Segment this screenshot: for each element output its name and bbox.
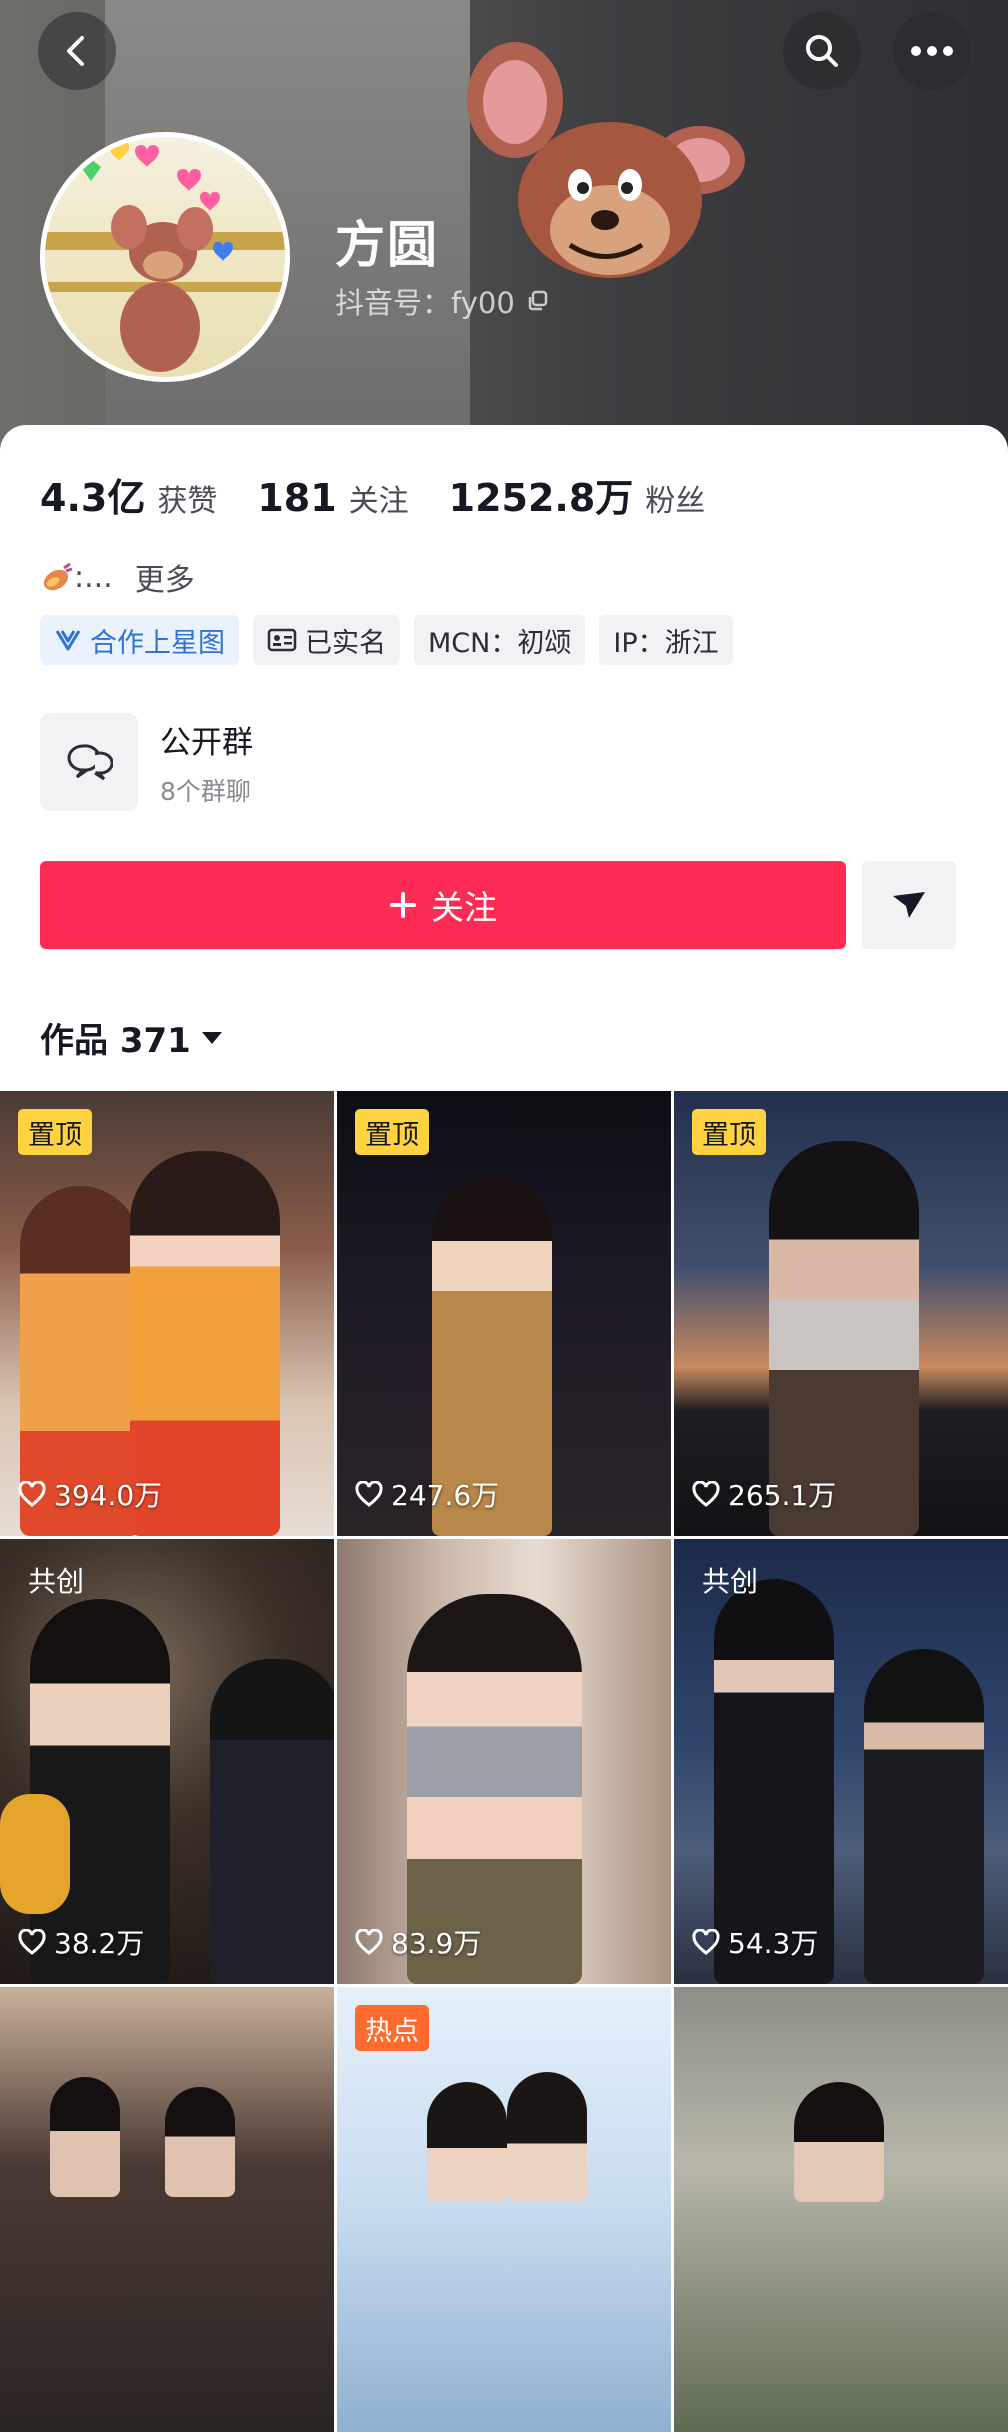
tag-verified-label: 已实名 — [305, 627, 386, 659]
group-subtitle: 8个群聊 — [160, 776, 251, 806]
like-count-text: 54.3万 — [728, 1927, 819, 1960]
trending-badge: 热点 — [355, 2005, 429, 2051]
chevron-left-icon — [67, 36, 84, 66]
sweet-potato-emoji-icon — [43, 562, 73, 591]
thumbnail-figure — [165, 2087, 235, 2197]
video-tile[interactable]: 置顶 394.0万 — [0, 1091, 334, 1536]
profile-name: 方圆 — [335, 216, 439, 274]
like-count-text: 38.2万 — [54, 1927, 145, 1960]
back-button[interactable] — [38, 12, 116, 90]
tab-works[interactable]: 作品 371 — [40, 1013, 223, 1062]
group-chat-icon — [67, 744, 113, 781]
pinned-badge: 置顶 — [355, 1109, 429, 1155]
tag-star-map[interactable]: 合作上星图 — [40, 615, 239, 665]
video-tile[interactable]: 置顶 247.6万 — [337, 1091, 671, 1536]
avatar-illustration — [45, 141, 285, 372]
send-arrow-icon — [893, 892, 925, 918]
video-tile[interactable]: 热点 — [337, 1987, 671, 2432]
stat-followers-label: 粉丝 — [645, 484, 706, 519]
stat-likes-label: 获赞 — [157, 484, 218, 519]
profile-stats: 4.3亿 获赞 181 关注 1252.8万 粉丝 — [40, 467, 745, 522]
stat-likes[interactable]: 4.3亿 获赞 — [40, 467, 217, 522]
like-count: 247.6万 — [355, 1474, 499, 1514]
stat-following-value: 181 — [257, 476, 337, 520]
like-count: 54.3万 — [692, 1922, 818, 1962]
like-count-text: 247.6万 — [391, 1479, 500, 1512]
profile-header: 方圆 抖音号：fy00 — [0, 0, 1008, 450]
heart-icon — [355, 1481, 383, 1507]
like-count-text: 394.0万 — [54, 1479, 163, 1512]
id-card-icon — [267, 628, 297, 652]
copy-icon[interactable] — [527, 290, 549, 312]
like-count: 83.9万 — [355, 1922, 481, 1962]
video-tile[interactable]: 共创 38.2万 — [0, 1539, 334, 1984]
thumbnail-figure — [864, 1649, 984, 1984]
video-tile[interactable] — [0, 1987, 334, 2432]
heart-icon — [18, 1481, 46, 1507]
tag-star-map-label: 合作上星图 — [90, 627, 225, 659]
stat-following[interactable]: 181 关注 — [257, 476, 408, 520]
works-grid: 置顶 394.0万 置顶 247.6万 置顶 265.1万 共创 38.2万 8… — [0, 1091, 1008, 2432]
heart-icon — [18, 1929, 46, 1955]
plus-icon — [390, 892, 416, 918]
douyin-id[interactable]: 抖音号：fy00 — [335, 280, 549, 322]
tag-ip-location: IP：浙江 — [599, 615, 733, 665]
more-button[interactable] — [893, 12, 971, 90]
tag-ip-label: IP：浙江 — [613, 627, 719, 659]
heart-icon — [692, 1929, 720, 1955]
co-creation-badge: 共创 — [28, 1565, 85, 1598]
works-tab-label: 作品 371 — [40, 1021, 191, 1061]
bio[interactable]: :... 更多 — [40, 555, 195, 599]
video-tile[interactable]: 置顶 265.1万 — [674, 1091, 1008, 1536]
like-count: 38.2万 — [18, 1922, 144, 1962]
cartoon-mouse-illustration — [467, 42, 745, 278]
co-creation-badge: 共创 — [702, 1565, 759, 1598]
tag-mcn[interactable]: MCN：初颂 — [414, 615, 586, 665]
send-message-button[interactable] — [862, 861, 956, 949]
bio-more-link[interactable]: 更多 — [135, 555, 195, 599]
stat-following-label: 关注 — [348, 484, 409, 519]
group-text: 公开群 8个群聊 — [160, 717, 253, 808]
thumbnail-figure — [50, 2077, 120, 2197]
thumbnail-figure — [0, 1794, 70, 1914]
video-tile[interactable] — [674, 1987, 1008, 2432]
heart-icon — [355, 1929, 383, 1955]
group-title: 公开群 — [160, 724, 253, 761]
video-tile[interactable]: 83.9万 — [337, 1539, 671, 1984]
avatar[interactable] — [40, 132, 290, 382]
bio-text: :... — [74, 559, 113, 595]
thumbnail-figure — [794, 2082, 884, 2202]
search-button[interactable] — [783, 12, 861, 90]
like-count: 265.1万 — [692, 1474, 836, 1514]
like-count-text: 265.1万 — [728, 1479, 837, 1512]
douyin-id-text: 抖音号：fy00 — [335, 286, 515, 320]
caret-down-icon — [201, 1031, 222, 1044]
stat-likes-value: 4.3亿 — [40, 476, 146, 520]
like-count-text: 83.9万 — [391, 1927, 482, 1960]
stat-followers[interactable]: 1252.8万 粉丝 — [449, 467, 706, 522]
video-tile[interactable]: 共创 54.3万 — [674, 1539, 1008, 1984]
tag-verified[interactable]: 已实名 — [253, 615, 400, 665]
follow-label: 关注 — [431, 888, 497, 927]
tag-mcn-label: MCN：初颂 — [428, 627, 572, 659]
pinned-badge: 置顶 — [692, 1109, 766, 1155]
heart-icon — [692, 1481, 720, 1507]
pinned-badge: 置顶 — [18, 1109, 92, 1155]
thumbnail-figure — [210, 1659, 334, 1984]
group-chat-icon-box — [40, 713, 138, 811]
profile-tags: 合作上星图 已实名 MCN：初颂 IP：浙江 — [40, 615, 733, 665]
more-dots-icon — [911, 46, 953, 56]
like-count: 394.0万 — [18, 1474, 162, 1514]
stat-followers-value: 1252.8万 — [448, 476, 634, 520]
search-icon — [806, 35, 838, 67]
public-group-entry[interactable]: 公开群 8个群聊 — [40, 713, 253, 811]
thumbnail-figure — [507, 2072, 587, 2202]
star-map-icon — [55, 630, 81, 651]
thumbnail-figure — [427, 2082, 507, 2202]
follow-button[interactable]: 关注 — [40, 861, 846, 949]
